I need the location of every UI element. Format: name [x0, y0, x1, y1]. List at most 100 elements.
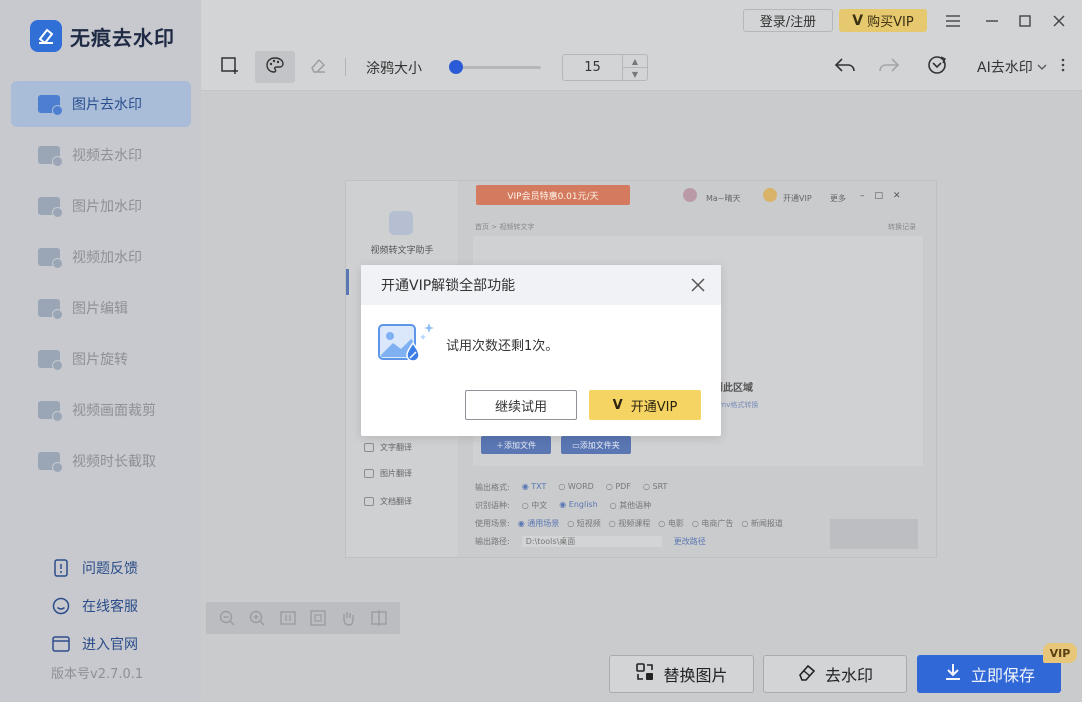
embedded-app-icon — [389, 211, 413, 235]
login-button[interactable]: 登录/注册 — [743, 9, 833, 32]
save-now-label: 立即保存 — [970, 666, 1035, 685]
brush-size-label: 涂鸦大小 — [366, 61, 422, 77]
support-icon — [52, 597, 70, 615]
sidebar-item-label: 视频时长截取 — [72, 454, 156, 470]
vip-v-icon: V — [612, 397, 623, 413]
menu-icon[interactable] — [942, 10, 964, 32]
sidebar-item-video-watermark-add[interactable]: 视频加水印 — [11, 234, 191, 280]
embedded-side-item: 文字翻译 — [364, 442, 412, 453]
edit-toolbar: 涂鸦大小 15 ▲ ▼ AI去水印 — [201, 42, 1082, 91]
sidebar-item-label: 视频去水印 — [72, 148, 142, 164]
rect-select-tool[interactable] — [209, 51, 249, 83]
ai-remove-dropdown[interactable]: AI去水印 — [977, 57, 1065, 77]
brush-size-input[interactable]: 15 — [563, 55, 623, 80]
sidebar-nav: 图片去水印 视频去水印 图片加水印 视频加水印 图片编辑 图片旋转 视频画面裁剪 — [11, 81, 191, 489]
remove-watermark-button[interactable]: 去水印 — [763, 655, 907, 693]
sidebar-item-image-edit[interactable]: 图片编辑 — [11, 285, 191, 331]
zoom-out-icon[interactable] — [217, 608, 237, 628]
sidebar-footer: 问题反馈 在线客服 进入官网 — [52, 549, 138, 663]
image-watermark-add-icon — [38, 197, 63, 218]
dialog-close-icon[interactable] — [689, 276, 707, 294]
zoom-in-icon[interactable] — [247, 608, 267, 628]
more-options-icon[interactable] — [1061, 58, 1065, 76]
embedded-add-folder-button: ▭ 添加文件夹 — [561, 436, 631, 454]
download-icon — [943, 662, 963, 686]
video-crop-icon — [38, 401, 63, 422]
feedback-link[interactable]: 问题反馈 — [52, 549, 138, 587]
fit-screen-icon[interactable] — [308, 608, 328, 628]
feedback-icon — [52, 559, 70, 577]
video-trim-icon — [38, 452, 63, 473]
sidebar-item-image-rotate[interactable]: 图片旋转 — [11, 336, 191, 382]
embedded-more: 更多 — [830, 194, 846, 203]
replace-image-button[interactable]: 替换图片 — [609, 655, 754, 693]
close-icon[interactable] — [1048, 10, 1070, 32]
embedded-window-controls: –□✕ — [860, 191, 911, 201]
app-name: 无痕去水印 — [70, 25, 175, 50]
sidebar-item-image-watermark-add[interactable]: 图片加水印 — [11, 183, 191, 229]
brush-size-stepper[interactable]: 15 ▲ ▼ — [562, 54, 648, 81]
embedded-open-vip: 开通VIP — [783, 194, 812, 203]
eraser-icon — [797, 662, 817, 686]
embedded-app-name: 视频转文字助手 — [370, 246, 434, 256]
image-canvas[interactable]: 视频转文字助手 文字翻译 图片翻译 文档翻译 VIP会员特惠0.01元/天 Ma… — [201, 91, 1082, 702]
hand-pan-icon[interactable] — [338, 608, 358, 628]
buy-vip-button[interactable]: V 购买VIP — [839, 9, 927, 32]
sidebar-item-video-crop[interactable]: 视频画面裁剪 — [11, 387, 191, 433]
continue-trial-button[interactable]: 继续试用 — [465, 390, 577, 420]
minimize-icon[interactable] — [981, 10, 1003, 32]
embedded-path-row: 输出路径: D:\tools\桌面 更改路径 — [475, 536, 706, 547]
watermark-image-icon — [377, 321, 439, 367]
sidebar-item-video-watermark-remove[interactable]: 视频去水印 — [11, 132, 191, 178]
embedded-scene-row: 使用场景: ◉ 通用场景 ○ 短视频 ○ 视频课程 ○ 电影 ○ 电商广告 ○ … — [475, 519, 783, 528]
embedded-user: Ma~晴天 — [706, 194, 741, 203]
sidebar-item-video-trim[interactable]: 视频时长截取 — [11, 438, 191, 484]
vip-dialog: 开通VIP解锁全部功能 试用次数还剩1次。 继续试用 V 开通VIP — [361, 265, 721, 436]
buy-vip-label: 购买VIP — [867, 15, 914, 30]
sidebar-item-label: 视频画面裁剪 — [72, 403, 156, 419]
vip-badge: VIP — [1043, 643, 1077, 663]
chevron-down-icon — [1037, 59, 1047, 75]
embedded-avatar — [683, 188, 697, 204]
support-link[interactable]: 在线客服 — [52, 587, 138, 625]
redo-button[interactable] — [869, 51, 909, 83]
dialog-header: 开通VIP解锁全部功能 — [361, 265, 721, 305]
sidebar-item-image-watermark-remove[interactable]: 图片去水印 — [11, 81, 191, 127]
video-watermark-add-icon — [38, 248, 63, 269]
embedded-add-file-button: ＋ 添加文件 — [481, 436, 551, 454]
replace-icon — [635, 662, 655, 686]
stepper-up-icon[interactable]: ▲ — [623, 55, 647, 68]
image-watermark-remove-icon — [38, 95, 63, 116]
vip-v-icon: V — [852, 12, 864, 29]
open-vip-button[interactable]: V 开通VIP — [589, 390, 701, 420]
sidebar-item-label: 图片编辑 — [72, 301, 128, 317]
website-label: 进入官网 — [82, 637, 138, 653]
brush-tool[interactable] — [255, 51, 295, 83]
undo-button[interactable] — [825, 51, 865, 83]
sidebar-item-label: 视频加水印 — [72, 250, 142, 266]
image-edit-icon — [38, 299, 63, 320]
embedded-breadcrumb: 首页 > 视频转文字 — [475, 223, 535, 231]
slider-thumb[interactable] — [449, 60, 464, 74]
dialog-message: 试用次数还剩1次。 — [446, 339, 559, 354]
actual-size-icon[interactable] — [278, 608, 298, 628]
eraser-logo-icon — [30, 20, 62, 52]
stepper-down-icon[interactable]: ▼ — [623, 68, 647, 80]
save-now-button[interactable]: 立即保存 — [917, 655, 1061, 693]
website-link[interactable]: 进入官网 — [52, 625, 138, 663]
title-bar: 登录/注册 V 购买VIP — [201, 0, 1082, 42]
maximize-icon[interactable] — [1014, 10, 1036, 32]
remove-watermark-label: 去水印 — [824, 666, 873, 685]
version-label: 版本号v2.7.0.1 — [51, 667, 144, 682]
replace-image-label: 替换图片 — [663, 666, 728, 685]
eraser-icon — [309, 56, 327, 78]
app-logo: 无痕去水印 — [30, 20, 175, 52]
dialog-title: 开通VIP解锁全部功能 — [381, 278, 516, 294]
sidebar-item-label: 图片去水印 — [72, 97, 142, 113]
open-vip-label: 开通VIP — [630, 399, 678, 415]
sidebar-item-label: 图片加水印 — [72, 199, 142, 215]
refresh-button[interactable] — [917, 51, 957, 83]
eraser-tool[interactable] — [298, 51, 338, 83]
brush-size-slider[interactable] — [449, 60, 541, 74]
compare-icon[interactable] — [369, 608, 389, 628]
